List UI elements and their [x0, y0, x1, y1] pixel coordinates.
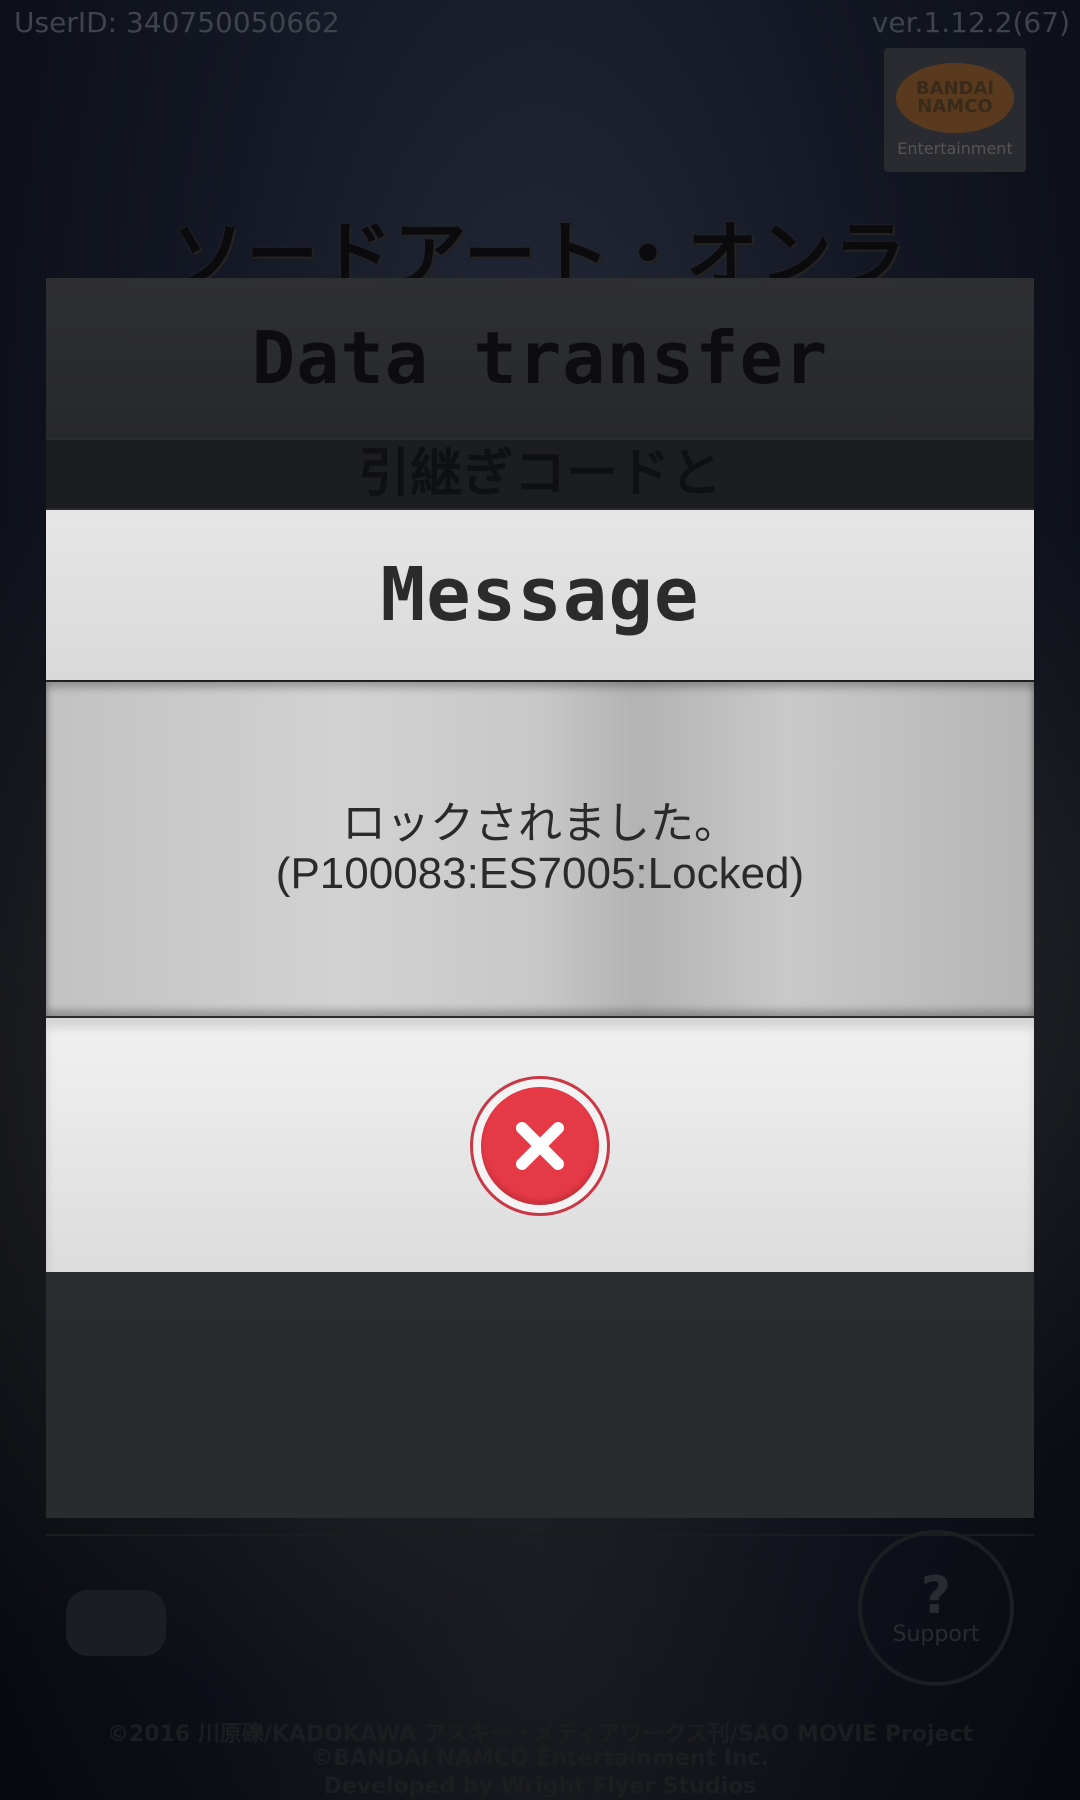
gamepad-icon [66, 1590, 166, 1656]
divider [46, 1534, 1034, 1536]
message-dialog-header: Message [46, 510, 1034, 680]
help-icon: ? [920, 1565, 952, 1626]
message-text-line-2: (P100083:ES7005:Locked) [275, 849, 805, 898]
support-button: ? Support [858, 1530, 1014, 1686]
close-x-icon [516, 1122, 564, 1170]
version-label: ver.1.12.2(67) [871, 6, 1070, 39]
close-button[interactable] [470, 1076, 610, 1216]
message-dialog-footer [46, 1018, 1034, 1272]
message-text-line-1: ロックされました。 [342, 799, 738, 848]
logo-subtext: Entertainment [897, 138, 1013, 158]
data-transfer-instruction: 引継ぎコードと [46, 440, 1034, 508]
close-button-face[interactable] [481, 1087, 599, 1205]
data-transfer-header: Data transfer [46, 278, 1034, 438]
data-transfer-title: Data transfer [251, 316, 829, 400]
copyright-line-3: Developed by Wright Flyer Studios [323, 1774, 757, 1799]
copyright-line-1: ©2016 川原礫/KADOKAWA アスキー・メディアワークス刊/SAO MO… [106, 1722, 974, 1747]
user-id-label: UserID: 340750050662 [14, 6, 340, 39]
copyright-line-2: ©BANDAI NAMCO Entertainment Inc. [311, 1746, 769, 1771]
support-label: Support [892, 1621, 980, 1647]
data-transfer-footer [46, 1320, 1034, 1518]
message-dialog-title: Message [380, 552, 700, 638]
logo-mark: BANDAI NAMCO [896, 62, 1014, 133]
publisher-logo: BANDAI NAMCO Entertainment [884, 48, 1026, 172]
message-dialog-body: ロックされました。 (P100083:ES7005:Locked) [46, 682, 1034, 1016]
